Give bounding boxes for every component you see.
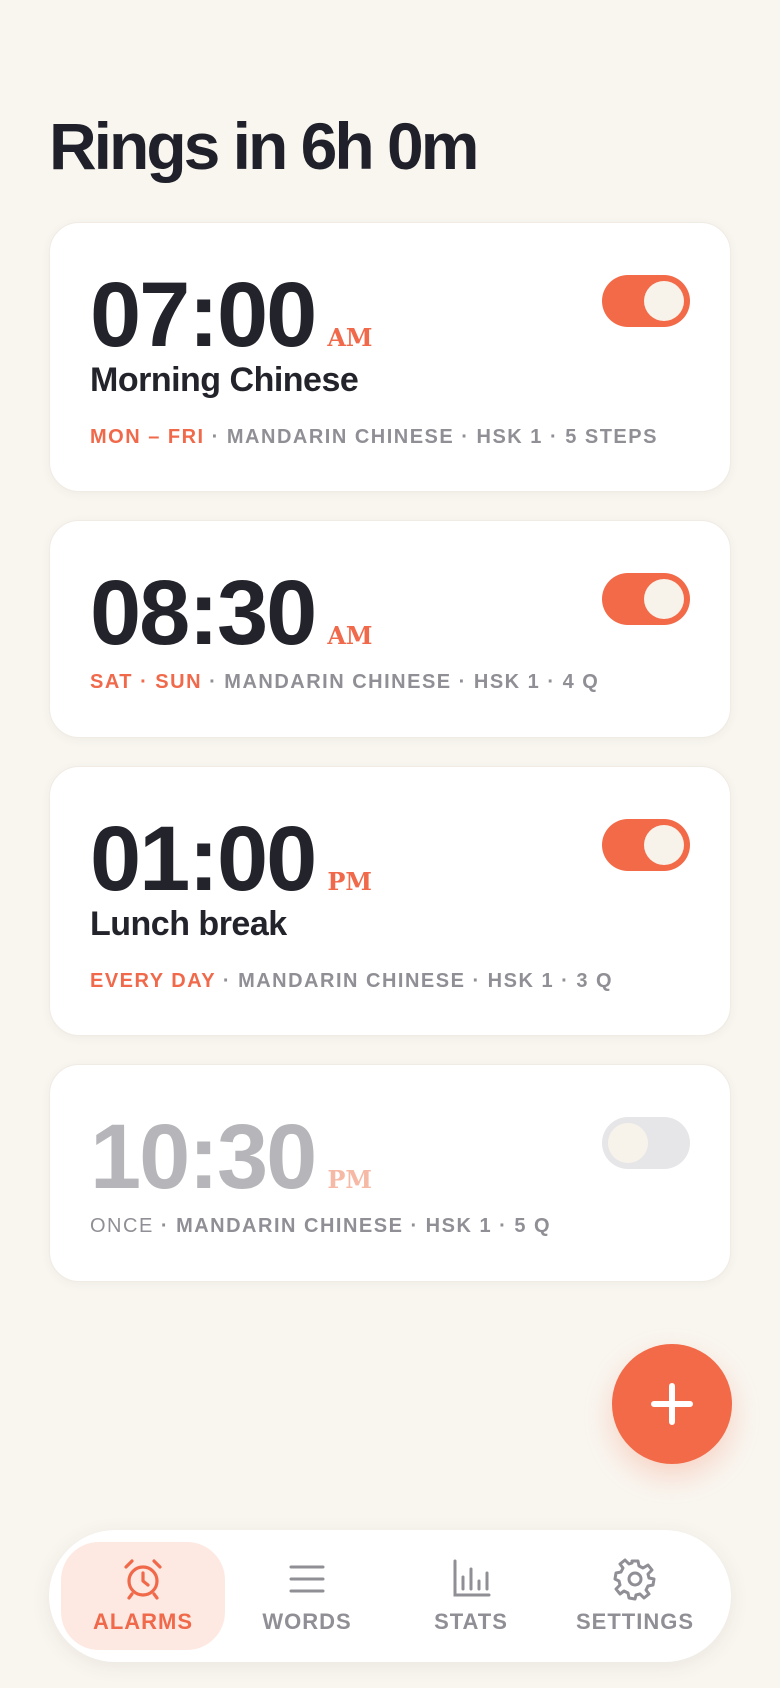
- nav-item-stats[interactable]: STATS: [389, 1542, 553, 1650]
- alarm-time-row: 07:00 AM: [90, 269, 373, 361]
- alarm-toggle[interactable]: [602, 275, 690, 327]
- alarms-screen: Rings in 6h 0m 07:00 AM Morning Chinese …: [0, 0, 780, 1688]
- toggle-knob: [644, 281, 684, 321]
- nav-label: ALARMS: [92, 1609, 194, 1634]
- alarm-days: ONCE: [90, 1215, 154, 1237]
- alarm-toggle[interactable]: [602, 573, 690, 625]
- bottom-nav: ALARMS WORDS STATS SETTINGS: [49, 1530, 731, 1662]
- list-icon: [289, 1565, 325, 1593]
- alarm-card-1030[interactable]: 10:30 PM ONCE · MANDARIN CHINESE · HSK 1…: [49, 1064, 731, 1282]
- alarm-details: · MANDARIN CHINESE · HSK 1 · 4 Q: [202, 671, 600, 693]
- alarm-days: MON – FRI: [90, 426, 205, 448]
- alarm-meta: MON – FRI · MANDARIN CHINESE · HSK 1 · 5…: [90, 426, 658, 449]
- alarm-card-0100[interactable]: 01:00 PM Lunch break EVERY DAY · MANDARI…: [49, 766, 731, 1036]
- bar-chart-icon: [453, 1559, 491, 1597]
- alarm-meta: EVERY DAY · MANDARIN CHINESE · HSK 1 · 3…: [90, 970, 613, 993]
- alarm-time-row: 01:00 PM: [90, 813, 372, 905]
- page-title: Rings in 6h 0m: [49, 109, 479, 183]
- alarm-meta: ONCE · MANDARIN CHINESE · HSK 1 · 5 Q: [90, 1215, 551, 1238]
- alarm-details: · MANDARIN CHINESE · HSK 1 · 3 Q: [215, 970, 614, 992]
- alarm-label: Lunch break: [90, 905, 287, 943]
- alarm-time: 08:30: [90, 562, 317, 664]
- alarm-time-row: 10:30 PM: [90, 1111, 372, 1203]
- add-alarm-button[interactable]: [612, 1344, 732, 1464]
- alarm-days: SAT · SUN: [90, 671, 203, 693]
- alarm-days: EVERY DAY: [90, 970, 216, 992]
- alarm-label: Morning Chinese: [90, 361, 359, 399]
- alarm-time: 01:00: [90, 808, 317, 910]
- plus-icon: [651, 1383, 693, 1425]
- nav-label: WORDS: [262, 1609, 352, 1634]
- toggle-knob: [644, 825, 684, 865]
- alarm-time-row: 08:30 AM: [90, 567, 373, 659]
- toggle-knob: [608, 1123, 648, 1163]
- alarm-ampm: AM: [327, 621, 373, 650]
- alarm-details: · MANDARIN CHINESE · HSK 1 · 5 Q: [153, 1215, 552, 1237]
- alarm-meta: SAT · SUN · MANDARIN CHINESE · HSK 1 · 4…: [90, 671, 599, 694]
- gear-icon: [613, 1558, 656, 1601]
- alarm-ampm: AM: [327, 323, 373, 352]
- nav-item-settings[interactable]: SETTINGS: [553, 1542, 717, 1650]
- alarm-clock-icon: [124, 1559, 162, 1600]
- nav-item-alarms[interactable]: ALARMS: [61, 1542, 225, 1650]
- alarm-card-0830[interactable]: 08:30 AM SAT · SUN · MANDARIN CHINESE · …: [49, 520, 731, 738]
- nav-label: STATS: [434, 1609, 508, 1634]
- nav-label: SETTINGS: [575, 1609, 694, 1634]
- alarm-ampm: PM: [327, 867, 372, 896]
- toggle-knob: [644, 579, 684, 619]
- alarm-card-0700[interactable]: 07:00 AM Morning Chinese MON – FRI · MAN…: [49, 222, 731, 492]
- alarm-time: 07:00: [90, 264, 317, 366]
- alarm-ampm: PM: [327, 1165, 372, 1194]
- alarm-toggle[interactable]: [602, 819, 690, 871]
- alarm-toggle[interactable]: [602, 1117, 690, 1169]
- alarm-time: 10:30: [90, 1106, 317, 1208]
- nav-item-words[interactable]: WORDS: [225, 1542, 389, 1650]
- alarm-details: · MANDARIN CHINESE · HSK 1 · 5 STEPS: [204, 426, 658, 448]
